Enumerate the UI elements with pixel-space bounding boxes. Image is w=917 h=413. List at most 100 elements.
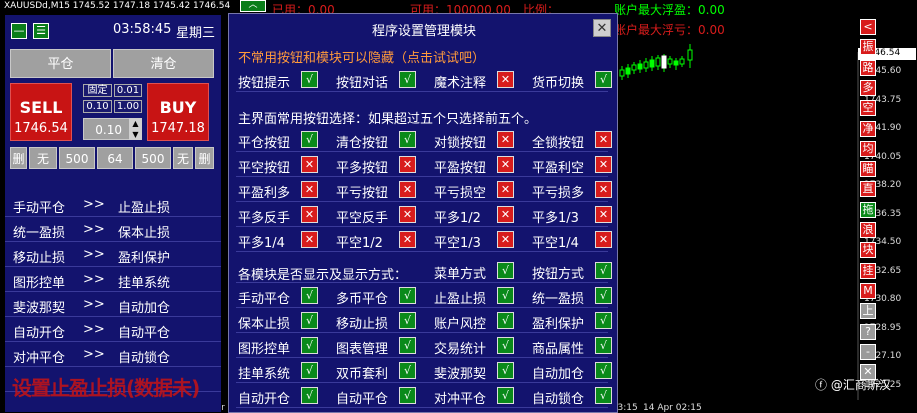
check-icon[interactable]: √	[595, 287, 612, 304]
toolbar-button[interactable]: M	[860, 282, 876, 299]
option-item[interactable]: 平盈利多 ✕	[238, 181, 328, 201]
option-item[interactable]: 平多按钮 ✕	[336, 156, 426, 176]
toolbar-button[interactable]: <	[860, 19, 876, 35]
check-icon[interactable]: √	[595, 312, 612, 329]
check-icon[interactable]: √	[595, 387, 612, 404]
toolbar-button[interactable]: 直	[860, 181, 876, 198]
cross-icon[interactable]: ✕	[497, 71, 514, 88]
toolbar-button[interactable]: 路	[860, 59, 876, 76]
check-icon[interactable]: √	[301, 362, 318, 379]
toolbar-button[interactable]: ?	[860, 323, 876, 340]
check-icon[interactable]: √	[497, 337, 514, 354]
sl-points-field[interactable]: 500	[135, 147, 171, 169]
check-icon[interactable]: √	[497, 312, 514, 329]
sl-none-field[interactable]: 无	[173, 147, 193, 169]
option-item[interactable]: 自动锁仓 √	[532, 387, 622, 407]
menu-item-left[interactable]: 图形控单	[13, 272, 65, 291]
option-item[interactable]: 止盈止损 √	[434, 287, 524, 307]
option-item[interactable]: 统一盈损 √	[532, 287, 622, 307]
option-item[interactable]: 账户风控 √	[434, 312, 524, 332]
collapse-icon[interactable]: ︿	[240, 0, 266, 12]
check-icon[interactable]: √	[497, 262, 514, 279]
option-item[interactable]: 平盈按钮 ✕	[434, 156, 524, 176]
menu-item-left[interactable]: 对冲平仓	[13, 347, 65, 366]
toolbar-button[interactable]: 拖	[860, 201, 876, 218]
sell-button[interactable]: SELL 1746.54	[10, 83, 72, 141]
menu-item-right[interactable]: 盈利保护	[118, 247, 170, 266]
check-icon[interactable]: √	[301, 131, 318, 148]
cross-icon[interactable]: ✕	[497, 181, 514, 198]
toolbar-button[interactable]: 空	[860, 100, 876, 117]
toolbar-button[interactable]: 瞄	[860, 161, 876, 178]
check-icon[interactable]: √	[399, 387, 416, 404]
menu-item-right[interactable]: 自动平仓	[118, 322, 170, 341]
cross-icon[interactable]: ✕	[301, 181, 318, 198]
option-item[interactable]: 平空1/2 ✕	[336, 231, 426, 251]
tp-none-field[interactable]: 无	[29, 147, 57, 169]
option-item[interactable]: 多币平仓 √	[336, 287, 426, 307]
option-item[interactable]: 平多1/2 ✕	[434, 206, 524, 226]
check-icon[interactable]: √	[595, 337, 612, 354]
toolbar-button[interactable]: 振	[860, 39, 876, 56]
option-item[interactable]: 平空反手 ✕	[336, 206, 426, 226]
close-icon[interactable]: ✕	[593, 19, 611, 37]
menu-item-left[interactable]: 自动开仓	[13, 322, 65, 341]
option-item[interactable]: 对冲平仓 √	[434, 387, 524, 407]
check-icon[interactable]: √	[301, 387, 318, 404]
menu-item-left[interactable]: 斐波那契	[13, 297, 65, 316]
cross-icon[interactable]: ✕	[595, 231, 612, 248]
toolbar-button[interactable]: 块	[860, 242, 876, 259]
check-icon[interactable]: √	[497, 362, 514, 379]
cross-icon[interactable]: ✕	[497, 231, 514, 248]
buy-button[interactable]: BUY 1747.18	[147, 83, 209, 141]
check-icon[interactable]: √	[595, 262, 612, 279]
menu-item-right[interactable]: 挂单系统	[118, 272, 170, 291]
option-item[interactable]: 平盈利空 ✕	[532, 156, 622, 176]
check-icon[interactable]: √	[399, 71, 416, 88]
step-0-10[interactable]: 0.10	[83, 100, 112, 113]
menu-item-left[interactable]: 统一盈损	[13, 222, 65, 241]
option-item[interactable]: 平多反手 ✕	[238, 206, 328, 226]
option-item[interactable]: 挂单系统 √	[238, 362, 328, 382]
menu-item-right[interactable]: 自动锁仓	[118, 347, 170, 366]
cross-icon[interactable]: ✕	[301, 206, 318, 223]
check-icon[interactable]: √	[301, 287, 318, 304]
check-icon[interactable]: √	[399, 287, 416, 304]
option-item[interactable]: 平亏损多 ✕	[532, 181, 622, 201]
cross-icon[interactable]: ✕	[497, 156, 514, 173]
fixed-lot-toggle[interactable]: 固定	[83, 84, 112, 97]
option-item[interactable]: 保本止损 √	[238, 312, 328, 332]
check-icon[interactable]: √	[497, 287, 514, 304]
cross-icon[interactable]: ✕	[399, 206, 416, 223]
toolbar-button[interactable]: 浪	[860, 222, 876, 238]
toolbar-button[interactable]: 挂	[860, 262, 876, 279]
option-item[interactable]: 平多1/4 ✕	[238, 231, 328, 251]
cross-icon[interactable]: ✕	[301, 156, 318, 173]
menu-item-left[interactable]: 移动止损	[13, 247, 65, 266]
check-icon[interactable]: √	[595, 71, 612, 88]
delete-left-button[interactable]: 删	[10, 147, 27, 169]
option-item[interactable]: 平空1/4 ✕	[532, 231, 622, 251]
option-item[interactable]: 自动加仓 √	[532, 362, 622, 382]
toolbar-button[interactable]: 多	[860, 79, 876, 96]
option-item[interactable]: 交易统计 √	[434, 337, 524, 357]
option-item[interactable]: 自动开仓 √	[238, 387, 328, 407]
check-icon[interactable]: √	[301, 71, 318, 88]
lot-down-icon[interactable]: ▼	[129, 129, 142, 140]
cross-icon[interactable]: ✕	[399, 156, 416, 173]
menu-item-left[interactable]: 手动平仓	[13, 197, 65, 216]
option-item[interactable]: 手动平仓 √	[238, 287, 328, 307]
option-item[interactable]: 对锁按钮 ✕	[434, 131, 524, 151]
delete-right-button[interactable]: 删	[195, 147, 214, 169]
check-icon[interactable]: √	[399, 337, 416, 354]
option-item[interactable]: 双币套利 √	[336, 362, 426, 382]
menu-icon[interactable]: ☰	[33, 23, 49, 39]
toolbar-button[interactable]: 上	[860, 303, 876, 320]
option-item[interactable]: 平空按钮 ✕	[238, 156, 328, 176]
cross-icon[interactable]: ✕	[497, 206, 514, 223]
cross-icon[interactable]: ✕	[399, 181, 416, 198]
cross-icon[interactable]: ✕	[595, 156, 612, 173]
option-item[interactable]: 按钮提示 √	[238, 71, 328, 91]
menu-item-right[interactable]: 保本止损	[118, 222, 170, 241]
cross-icon[interactable]: ✕	[301, 231, 318, 248]
